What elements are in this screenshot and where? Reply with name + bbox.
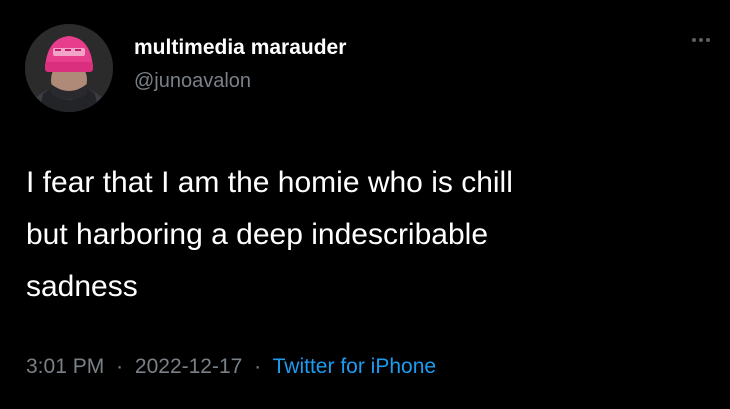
tweet-text-line: but harboring a deep indescribable — [26, 218, 488, 251]
tweet-text: I fear that I am the homie who is chill … — [26, 157, 706, 313]
tweet-text-line: I fear that I am the homie who is chill — [26, 166, 513, 199]
tweet-meta: 3:01 PM · 2022-12-17 · Twitter for iPhon… — [26, 355, 436, 379]
tweet-time[interactable]: 3:01 PM — [26, 355, 104, 378]
dot — [692, 38, 696, 42]
separator: · — [254, 355, 262, 378]
more-options-icon[interactable] — [688, 34, 714, 46]
separator: · — [116, 355, 124, 378]
dot — [706, 38, 710, 42]
avatar[interactable] — [25, 24, 113, 112]
user-avatar-icon — [25, 24, 113, 112]
tweet-source-link[interactable]: Twitter for iPhone — [273, 355, 436, 378]
author-display-name[interactable]: multimedia marauder — [134, 36, 346, 60]
author-handle[interactable]: @junoavalon — [134, 70, 251, 93]
tweet-date[interactable]: 2022-12-17 — [135, 355, 242, 378]
dot — [699, 38, 703, 42]
tweet-text-line: sadness — [26, 270, 138, 303]
tweet-card: multimedia marauder @junoavalon I fear t… — [0, 0, 730, 409]
